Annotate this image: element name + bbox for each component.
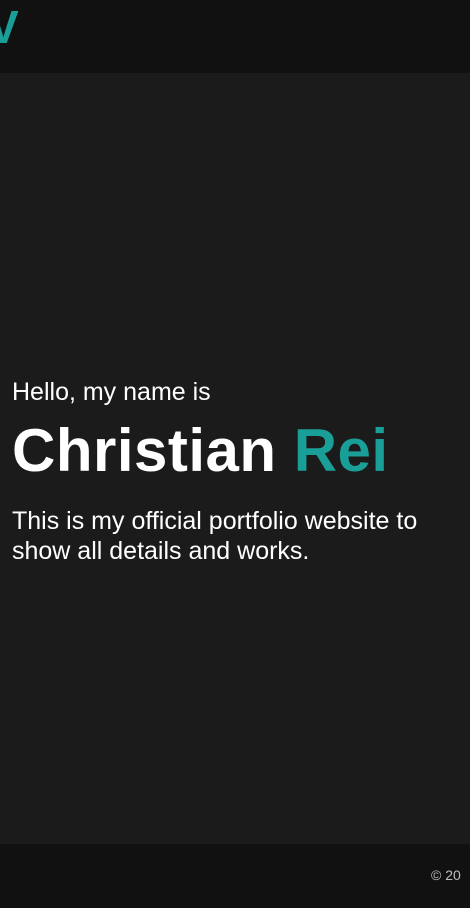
site-logo[interactable]: V: [0, 4, 19, 50]
hero-section: Hello, my name is Christian Rei This is …: [0, 73, 470, 844]
tagline-text: This is my official portfolio website to…: [12, 507, 418, 565]
last-name: Rei: [293, 417, 389, 484]
site-header: V: [0, 0, 470, 73]
site-footer: © 20: [0, 844, 470, 908]
hero-name: Christian Rei: [12, 418, 470, 484]
first-name: Christian: [12, 417, 277, 484]
copyright-text: © 20: [431, 867, 461, 883]
greeting-text: Hello, my name is: [12, 378, 211, 406]
hero-content: Hello, my name is Christian Rei This is …: [12, 376, 470, 566]
